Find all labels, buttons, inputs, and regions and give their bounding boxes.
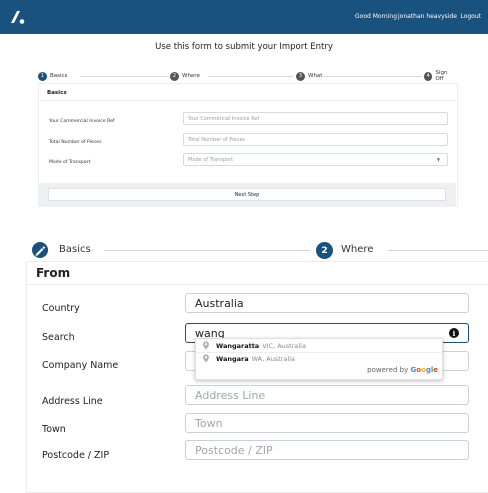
pencil-icon (35, 246, 46, 256)
next-step-bar: Next Step (38, 183, 456, 207)
stepper-line (104, 250, 310, 251)
top-nav-bar: Good Morning jonathan heavyside Logout (0, 0, 488, 34)
next-step-button[interactable]: Next Step (48, 188, 446, 201)
step-where-label[interactable]: Where (341, 244, 373, 255)
step-label: What (308, 73, 323, 79)
country-input[interactable]: Australia (185, 293, 469, 313)
step-what[interactable]: 3 What (296, 69, 322, 83)
country-label: Country (42, 303, 80, 314)
suggestion-match: Wangaratta (216, 341, 260, 350)
country-value: Australia (195, 296, 244, 310)
caret-down-icon: ▼ (436, 157, 440, 162)
suggestion-region: VIC, Australia (262, 341, 306, 350)
input-placeholder: Address Line (195, 388, 266, 402)
suggestion-match: Wangara (216, 354, 249, 363)
suggestion-item[interactable]: Wangaratta VIC, Australia (196, 339, 442, 353)
select-placeholder: Mode of Transport (188, 156, 234, 163)
company-name-label: Company Name (42, 360, 119, 371)
step-sign-off[interactable]: 4 Sign Off (424, 69, 456, 83)
google-letter: e (433, 366, 438, 374)
step-where-number[interactable]: 2 (316, 242, 333, 259)
logout-link[interactable]: Logout (460, 13, 481, 20)
stepper-line (80, 76, 168, 77)
stepper-line (388, 250, 488, 251)
google-logo: Google (410, 366, 438, 374)
step-number: 1 (38, 71, 47, 81)
greeting-text: Good Morning (355, 13, 397, 20)
town-label: Town (42, 424, 66, 435)
section-divider (27, 284, 488, 285)
powered-by-google: powered by Google (367, 366, 438, 374)
postcode-input[interactable]: Postcode / ZIP (185, 440, 469, 460)
pieces-input[interactable]: Total Number of Pieces (183, 133, 448, 146)
step-number: 2 (170, 71, 179, 81)
town-input[interactable]: Town (185, 413, 469, 433)
input-placeholder: Town (195, 416, 223, 430)
pieces-label: Total Number of Pieces (49, 140, 102, 145)
step-basics[interactable]: 1 Basics (38, 69, 67, 83)
page-title: Use this form to submit your Import Entr… (155, 42, 333, 52)
suggestion-region: WA, Australia (251, 354, 295, 363)
powered-by-text: powered by (367, 366, 409, 374)
map-pin-icon (203, 354, 209, 363)
input-placeholder: Total Number of Pieces (188, 136, 246, 143)
address-line-input[interactable]: Address Line (185, 385, 469, 405)
section-title: Basics (47, 90, 67, 96)
step-basics-label[interactable]: Basics (59, 244, 91, 255)
invoice-ref-label: Your Commercial Invoice Ref (49, 119, 115, 124)
transport-label: Mode of Transport (49, 160, 91, 165)
step-label: Basics (50, 73, 68, 79)
suggestion-item[interactable]: Wangara WA, Australia (196, 352, 442, 365)
step-number: 3 (296, 71, 305, 81)
brand-logo-icon[interactable] (8, 8, 28, 26)
address-line-label: Address Line (42, 396, 103, 407)
step-complete-icon (32, 242, 48, 258)
section-divider (39, 100, 457, 101)
autocomplete-dropdown: Wangaratta VIC, Australia Wangara WA, Au… (195, 338, 443, 380)
input-placeholder: Postcode / ZIP (195, 443, 273, 457)
step-where[interactable]: 2 Where (170, 69, 200, 83)
user-name: jonathan heavyside (398, 13, 457, 20)
from-section-title: From (36, 266, 71, 280)
step-label: Where (182, 73, 200, 79)
map-pin-icon (203, 341, 209, 350)
search-label: Search (42, 332, 75, 343)
step-label: Sign Off (435, 70, 448, 82)
info-icon[interactable]: i (449, 328, 459, 338)
stepper-line (324, 76, 422, 77)
stepper-line (208, 76, 293, 77)
stepper: 1 Basics 2 Where 3 What 4 Sign Off (38, 69, 456, 83)
transport-select[interactable]: Mode of Transport ▼ (183, 153, 448, 166)
invoice-ref-input[interactable]: Your Commercial Invoice Ref (183, 112, 448, 125)
step-number: 4 (424, 71, 433, 81)
input-placeholder: Your Commercial Invoice Ref (188, 115, 260, 122)
